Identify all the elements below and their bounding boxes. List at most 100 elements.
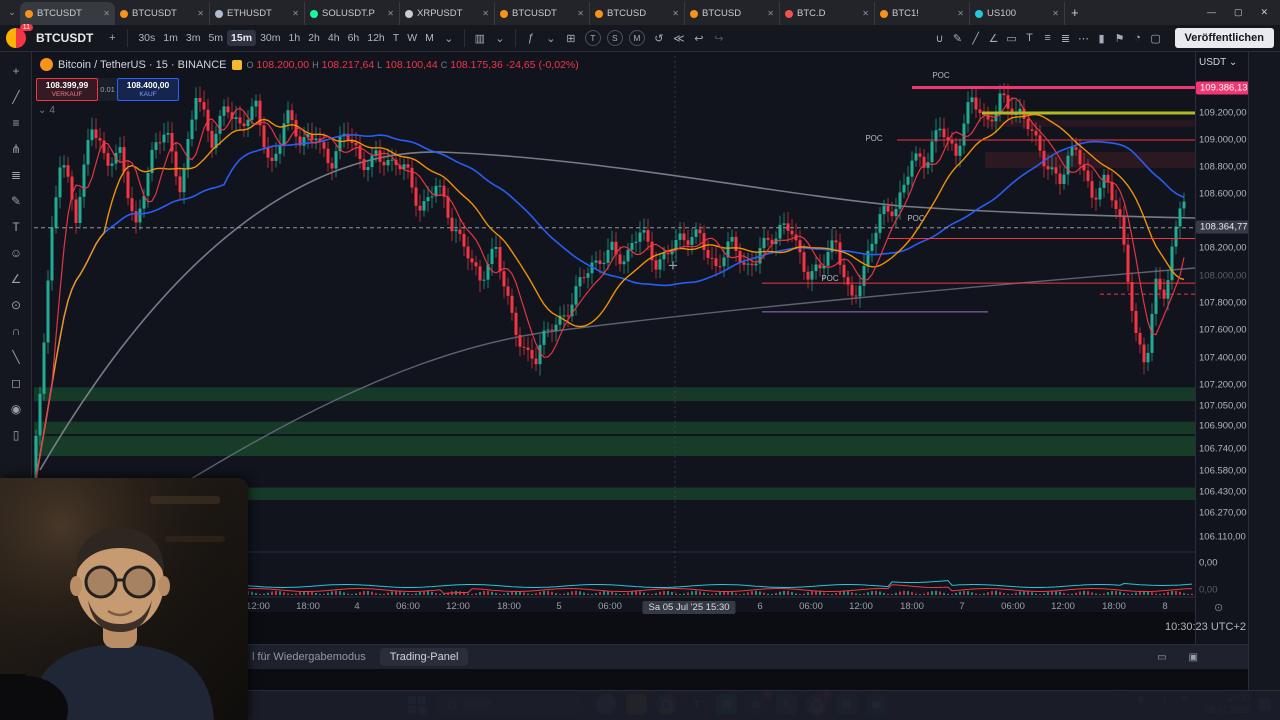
- chart-legend[interactable]: Bitcoin / TetherUS · 15 · BINANCE O 108.2…: [40, 58, 579, 71]
- tab-close-icon[interactable]: ✕: [577, 9, 584, 18]
- chart-style-dropdown-icon[interactable]: ⌄: [491, 32, 509, 45]
- browser-tab[interactable]: BTCUSD ✕: [685, 2, 780, 25]
- symbol-search-button[interactable]: BTCUSDT: [28, 31, 101, 45]
- eye-tool[interactable]: ◉: [0, 396, 32, 422]
- tab-search-icon[interactable]: ⌄: [4, 7, 20, 18]
- bars-pattern-icon[interactable]: ▮: [1093, 32, 1111, 45]
- emoji-tool[interactable]: ☺: [0, 240, 32, 266]
- align-lines-icon[interactable]: ≡: [1039, 32, 1057, 44]
- fibonacci-tool[interactable]: ≣: [0, 162, 32, 188]
- timeframe-button[interactable]: W: [403, 30, 421, 46]
- measure-tool[interactable]: ∠: [0, 266, 32, 292]
- fullscreen-icon[interactable]: ▢: [1147, 32, 1165, 45]
- text-tool[interactable]: T: [0, 214, 32, 240]
- measure-icon[interactable]: ∠: [985, 32, 1003, 45]
- browser-tab[interactable]: ETHUSDT ✕: [210, 2, 305, 25]
- brush-tool[interactable]: ✎: [0, 188, 32, 214]
- more-tools-icon[interactable]: ⋯: [1075, 32, 1093, 45]
- magnet-tool[interactable]: ∩: [0, 318, 32, 344]
- undo-button[interactable]: ↩: [690, 32, 708, 45]
- trendline-tool[interactable]: ╱: [0, 84, 32, 110]
- timeframe-button[interactable]: 1m: [159, 30, 182, 46]
- compare-icon[interactable]: ≣: [1057, 32, 1075, 45]
- buy-button[interactable]: 108.400,00 KAUF: [117, 78, 179, 101]
- line-tool-icon[interactable]: ╱: [967, 32, 985, 45]
- jump-back-button[interactable]: ≪: [670, 32, 688, 45]
- tab-close-icon[interactable]: ✕: [672, 9, 679, 18]
- browser-tab[interactable]: BTC.D ✕: [780, 2, 875, 25]
- replay-button[interactable]: ↺: [650, 32, 668, 45]
- tab-close-icon[interactable]: ✕: [767, 9, 774, 18]
- text-note-icon[interactable]: T: [1021, 32, 1039, 44]
- browser-tab[interactable]: BTCUSDT ✕: [20, 2, 115, 25]
- tab-close-icon[interactable]: ✕: [862, 9, 869, 18]
- browser-tab[interactable]: BTCUSDT ✕: [115, 2, 210, 25]
- browser-tab[interactable]: US100 ✕: [970, 2, 1065, 25]
- browser-tab[interactable]: SOLUSDT.P ✕: [305, 2, 400, 25]
- timeframe-button[interactable]: T: [389, 30, 403, 46]
- chart-style-button[interactable]: ▥: [471, 32, 489, 45]
- templates-button[interactable]: T: [584, 30, 601, 46]
- user-avatar[interactable]: 11: [6, 24, 33, 48]
- timeframe-button[interactable]: 30s: [134, 30, 159, 46]
- window-maximize-button[interactable]: ▢: [1234, 7, 1243, 18]
- timeframe-button[interactable]: 15m: [227, 30, 257, 46]
- object-tree-chip[interactable]: ⌄ 4: [38, 105, 55, 116]
- price-axis[interactable]: [1195, 52, 1248, 644]
- tab-close-icon[interactable]: ✕: [103, 9, 110, 18]
- timeframe-button[interactable]: 2h: [304, 30, 324, 46]
- horizontal-line-tool[interactable]: ≡: [0, 110, 32, 136]
- magnet-icon[interactable]: ∪: [931, 32, 949, 45]
- clock-utc[interactable]: 10:30:23 UTC+2: [1110, 621, 1246, 633]
- sell-button[interactable]: 108.399,99 VERKAUF: [36, 78, 98, 101]
- window-close-button[interactable]: ✕: [1260, 7, 1268, 18]
- collapse-panel-icon[interactable]: ▭: [1157, 652, 1166, 663]
- browser-tab[interactable]: BTCUSDT ✕: [495, 2, 590, 25]
- tab-close-icon[interactable]: ✕: [197, 9, 204, 18]
- trash-tool[interactable]: ▯: [0, 422, 32, 448]
- zoom-tool[interactable]: ⊙: [0, 292, 32, 318]
- multichart-button[interactable]: M: [628, 30, 645, 46]
- alert-clock-icon[interactable]: ◔: [1129, 32, 1147, 44]
- desktop-screen: ⌄ BTCUSDT ✕ BTCUSDT ✕ ETHUSDT ✕ SOLUSDT.…: [0, 0, 1280, 720]
- screener-button[interactable]: S: [606, 30, 623, 46]
- indicators-button[interactable]: ƒ: [522, 32, 540, 44]
- lock-tool[interactable]: ◻: [0, 370, 32, 396]
- circle-button-group: TSM: [582, 30, 648, 46]
- draw-icon[interactable]: ✎: [949, 32, 967, 45]
- browser-tab[interactable]: BTCUSD ✕: [590, 2, 685, 25]
- publish-button[interactable]: Veröffentlichen: [1174, 28, 1274, 48]
- timeframe-dropdown-icon[interactable]: ⌄: [440, 32, 458, 45]
- trading-panel-button[interactable]: Trading-Panel: [379, 648, 469, 666]
- timeframe-button[interactable]: 6h: [344, 30, 364, 46]
- separator: [127, 29, 129, 47]
- tab-close-icon[interactable]: ✕: [387, 9, 394, 18]
- redo-button[interactable]: ↪: [710, 32, 728, 45]
- timeframe-button[interactable]: 1h: [285, 30, 305, 46]
- timeframe-button[interactable]: 3m: [182, 30, 205, 46]
- pencil-tool[interactable]: ╲: [0, 344, 32, 370]
- tab-close-icon[interactable]: ✕: [957, 9, 964, 18]
- browser-tab[interactable]: XRPUSDT ✕: [400, 2, 495, 25]
- indicators-dropdown-icon[interactable]: ⌄: [542, 32, 560, 45]
- expand-panel-icon[interactable]: ▣: [1189, 652, 1198, 663]
- crosshair-tool[interactable]: +: [0, 58, 32, 84]
- tab-close-icon[interactable]: ✕: [292, 9, 299, 18]
- timeframe-button[interactable]: M: [421, 30, 438, 46]
- add-symbol-button[interactable]: +: [103, 32, 121, 44]
- browser-tab[interactable]: BTC1! ✕: [875, 2, 970, 25]
- window-minimize-button[interactable]: —: [1207, 7, 1216, 18]
- flag-icon[interactable]: ⚑: [1111, 32, 1129, 45]
- timezone-settings-icon[interactable]: ⊙: [1214, 601, 1223, 614]
- layout-grid-button[interactable]: ⊞: [562, 32, 580, 45]
- pitchfork-tool[interactable]: ⋔: [0, 136, 32, 162]
- new-tab-button[interactable]: +: [1071, 5, 1079, 20]
- timeframe-button[interactable]: 5m: [204, 30, 227, 46]
- currency-dropdown[interactable]: USDT ⌄: [1199, 57, 1237, 68]
- timeframe-button[interactable]: 12h: [363, 30, 389, 46]
- tab-close-icon[interactable]: ✕: [1052, 9, 1059, 18]
- tab-close-icon[interactable]: ✕: [482, 9, 489, 18]
- timeframe-button[interactable]: 30m: [256, 30, 284, 46]
- timeframe-button[interactable]: 4h: [324, 30, 344, 46]
- shapes-icon[interactable]: ▭: [1003, 32, 1021, 45]
